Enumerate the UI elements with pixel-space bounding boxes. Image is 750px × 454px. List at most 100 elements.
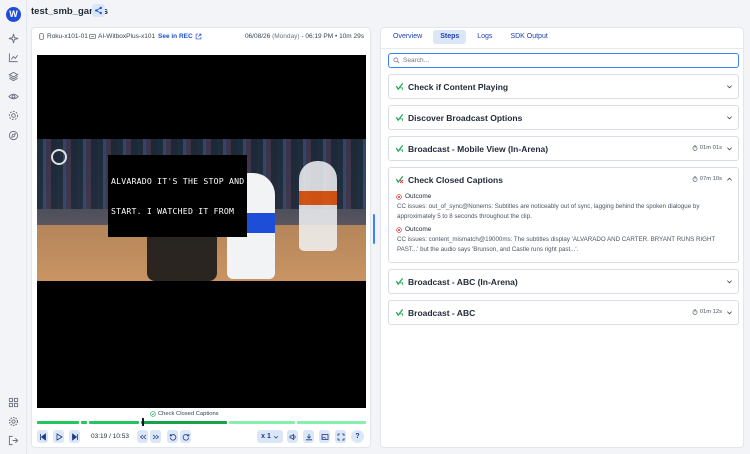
duration-separator: •	[334, 33, 338, 40]
see-in-rec-label: See in REC	[158, 33, 193, 40]
next-frame-button[interactable]	[150, 430, 161, 443]
check-circle-icon	[150, 411, 156, 417]
current-segment-label: Check Closed Captions	[150, 411, 219, 417]
witbox-icon	[89, 33, 96, 40]
step-fail-icon	[395, 175, 404, 184]
play-button[interactable]	[53, 430, 64, 443]
tab-logs[interactable]: Logs	[470, 30, 499, 44]
step-card-expanded[interactable]: Check Closed Captions 07m 10s Outcome CC…	[388, 167, 739, 263]
chevron-down-icon[interactable]	[726, 83, 733, 90]
outcome-header: Outcome	[396, 226, 738, 233]
skip-back-button[interactable]	[37, 430, 48, 443]
step-duration: 01m 12s	[692, 309, 722, 315]
step-pass-icon	[395, 277, 404, 286]
eye-icon[interactable]	[8, 91, 19, 102]
chevron-down-icon[interactable]	[726, 309, 733, 316]
step-title: Check Closed Captions	[408, 174, 503, 185]
screenshot-button[interactable]	[319, 430, 330, 443]
playback-speed-select[interactable]: x 1	[257, 430, 283, 443]
logout-icon[interactable]	[8, 435, 19, 446]
step-title: Discover Broadcast Options	[408, 112, 523, 123]
search-input[interactable]	[403, 57, 723, 64]
tab-bar: Overview Steps Logs SDK Output	[386, 30, 555, 46]
tab-overview[interactable]: Overview	[386, 30, 429, 44]
player-figure	[299, 161, 337, 251]
tab-sdk-output[interactable]: SDK Output	[503, 30, 554, 44]
step-header[interactable]: Discover Broadcast Options	[389, 106, 738, 129]
chevron-down-icon[interactable]	[726, 145, 733, 152]
play-icon	[56, 432, 63, 441]
download-icon	[305, 433, 312, 440]
outcome-text: CC issues: content_mismatch@19000ms: The…	[397, 236, 716, 253]
witbox-info: AI-WitboxPlus-x101	[89, 33, 155, 40]
step-card[interactable]: Broadcast - ABC 01m 12s	[388, 300, 739, 325]
see-in-rec-link[interactable]: See in REC	[158, 33, 202, 40]
rewind-button[interactable]	[167, 430, 178, 443]
chevron-down-icon[interactable]	[726, 114, 733, 121]
session-time: 06:19 PM	[305, 33, 334, 40]
timeline-segment[interactable]	[37, 421, 79, 424]
step-header[interactable]: Broadcast - Mobile View (In-Arena) 01m 0…	[389, 137, 738, 160]
step-pass-icon	[395, 308, 404, 317]
external-link-icon	[195, 33, 201, 40]
fast-forward-button[interactable]	[180, 430, 191, 443]
playhead[interactable]	[142, 418, 144, 426]
compass-icon[interactable]	[8, 130, 19, 141]
search-box[interactable]	[388, 53, 739, 68]
step-header[interactable]: Broadcast - ABC (In-Arena)	[389, 270, 738, 293]
step-duration-value: 01m 12s	[699, 309, 722, 315]
app-logo[interactable]: W	[6, 7, 21, 22]
step-card[interactable]: Broadcast - Mobile View (In-Arena) 01m 0…	[388, 136, 739, 161]
player-panel: Roku-x101-01 AI-WitboxPlus-x101 See in R…	[31, 27, 371, 448]
outcome-label: Outcome	[405, 226, 432, 233]
step-title: Check if Content Playing	[408, 81, 509, 92]
device-info: Roku-x101-01	[38, 33, 88, 40]
tab-divider	[381, 48, 743, 49]
fail-circle-icon	[396, 226, 402, 233]
step-header[interactable]: Broadcast - ABC 01m 12s	[389, 301, 738, 324]
video-player[interactable]: ALVARADO IT'S THE STOP AND START. I WATC…	[37, 55, 366, 408]
timeline-segment[interactable]	[89, 421, 139, 424]
layers-icon[interactable]	[8, 71, 19, 82]
device-icon	[39, 33, 44, 40]
closed-caption: ALVARADO IT'S THE STOP AND START. I WATC…	[108, 155, 248, 237]
timeline-segment-active[interactable]	[141, 421, 227, 424]
step-card[interactable]: Check if Content Playing	[388, 74, 739, 99]
timeline-segment[interactable]	[81, 421, 87, 424]
session-datetime: 06/08/26 (Monday) - 06:19 PM • 10m 29s	[245, 33, 364, 40]
share-button[interactable]	[92, 4, 105, 17]
chevron-down-icon	[273, 435, 278, 439]
panel-resize-handle[interactable]	[373, 214, 375, 244]
chevron-up-icon[interactable]	[726, 176, 733, 183]
step-header[interactable]: Check Closed Captions 07m 10s	[389, 168, 738, 191]
step-card[interactable]: Broadcast - ABC (In-Arena)	[388, 269, 739, 294]
step-card[interactable]: Discover Broadcast Options	[388, 105, 739, 130]
timeline-scrubber[interactable]	[37, 418, 366, 426]
gear-icon[interactable]	[8, 416, 19, 427]
help-button[interactable]: ?	[351, 430, 364, 443]
fullscreen-button[interactable]	[335, 430, 346, 443]
download-button[interactable]	[303, 430, 314, 443]
tab-steps[interactable]: Steps	[433, 30, 467, 44]
step-header[interactable]: Check if Content Playing	[389, 75, 738, 98]
fail-circle-icon	[396, 193, 402, 200]
prev-frame-button[interactable]	[137, 430, 148, 443]
search-icon	[393, 57, 400, 64]
volume-button[interactable]	[287, 430, 298, 443]
left-rail: W	[0, 0, 27, 454]
step-pass-icon	[395, 113, 404, 122]
timeline-segment[interactable]	[229, 421, 295, 424]
chevron-down-icon[interactable]	[726, 278, 733, 285]
device-bar: Roku-x101-01 AI-WitboxPlus-x101 See in R…	[38, 33, 364, 43]
player-controls: 03:19 / 10:53 x 1 ?	[37, 430, 366, 443]
image-icon	[321, 433, 328, 440]
grid-icon[interactable]	[8, 397, 19, 408]
skip-forward-button[interactable]	[69, 430, 80, 443]
settings-cog-icon[interactable]	[8, 110, 19, 121]
timeline-segment[interactable]	[297, 421, 366, 424]
stopwatch-icon	[692, 176, 698, 182]
sparkle-icon[interactable]	[8, 33, 19, 44]
fullscreen-icon	[337, 433, 344, 440]
chart-icon[interactable]	[8, 52, 19, 63]
step-duration: 07m 10s	[692, 176, 722, 182]
